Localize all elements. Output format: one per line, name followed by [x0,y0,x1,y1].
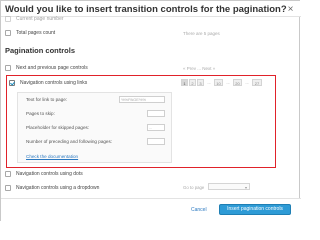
option-label: Current page number [16,16,64,22]
next-prev-preview: « Prev ... Next » [183,66,216,71]
pages-to-skip-input[interactable] [147,110,165,117]
pager-item: 2 [189,79,196,86]
option-label: Navigation controls using a dropdown [16,185,100,191]
option-label: Navigation controls using links [20,80,88,86]
preceding-pages-label: Number of preceding and following pages: [26,139,113,144]
cancel-button[interactable]: Cancel [191,207,207,213]
pager-item: 3 [197,79,204,86]
pager-item: 27 [252,79,262,86]
insert-pagination-dialog: Would you like to insert transition cont… [0,0,301,222]
dialog-footer: Cancel Insert pagination controls [1,198,301,222]
option-label: Next and previous page controls [16,65,88,71]
pager-item: 20 [233,79,242,86]
checkbox[interactable] [5,16,11,22]
checkbox[interactable] [5,185,11,191]
preceding-pages-input[interactable] [147,138,165,145]
pager-ellipsis: ... [226,80,230,85]
text-for-link-label: Text for link to page: [26,97,68,102]
chevron-down-icon: ▾ [244,185,247,190]
text-for-link-input[interactable]: %%PAGE%% [119,96,165,103]
checkbox[interactable] [5,30,11,36]
dropdown-preview-select: ▾ [208,183,250,190]
checkbox[interactable] [5,171,11,177]
checkbox[interactable] [5,65,11,71]
dialog-title: Would you like to insert transition cont… [5,4,287,15]
documentation-link[interactable]: Check the documentation [26,154,78,159]
dropdown-preview-label: Go to page [183,185,205,190]
pager-item: 1 [181,79,188,86]
option-label: Navigation controls using dots [16,171,83,177]
placeholder-input[interactable]: ... [147,124,165,131]
checkbox-checked[interactable] [9,80,15,86]
close-icon[interactable]: × [286,5,295,15]
option-label: Total pages count [16,30,56,36]
dialog-header: Would you like to insert transition cont… [1,1,301,17]
placeholder-label: Placeholder for skipped pages: [26,125,90,130]
total-pages-preview: There are 5 pages [183,31,220,36]
pager-ellipsis: ... [245,80,249,85]
section-title-pagination-controls: Pagination controls [5,46,76,55]
pager-item: 10 [214,79,223,86]
insert-pagination-controls-button[interactable]: Insert pagination controls [219,204,291,215]
pages-to-skip-label: Pages to skip: [26,111,55,116]
links-settings-panel: Text for link to page: %%PAGE%% Pages to… [17,92,172,163]
pager-ellipsis: ... [207,80,211,85]
